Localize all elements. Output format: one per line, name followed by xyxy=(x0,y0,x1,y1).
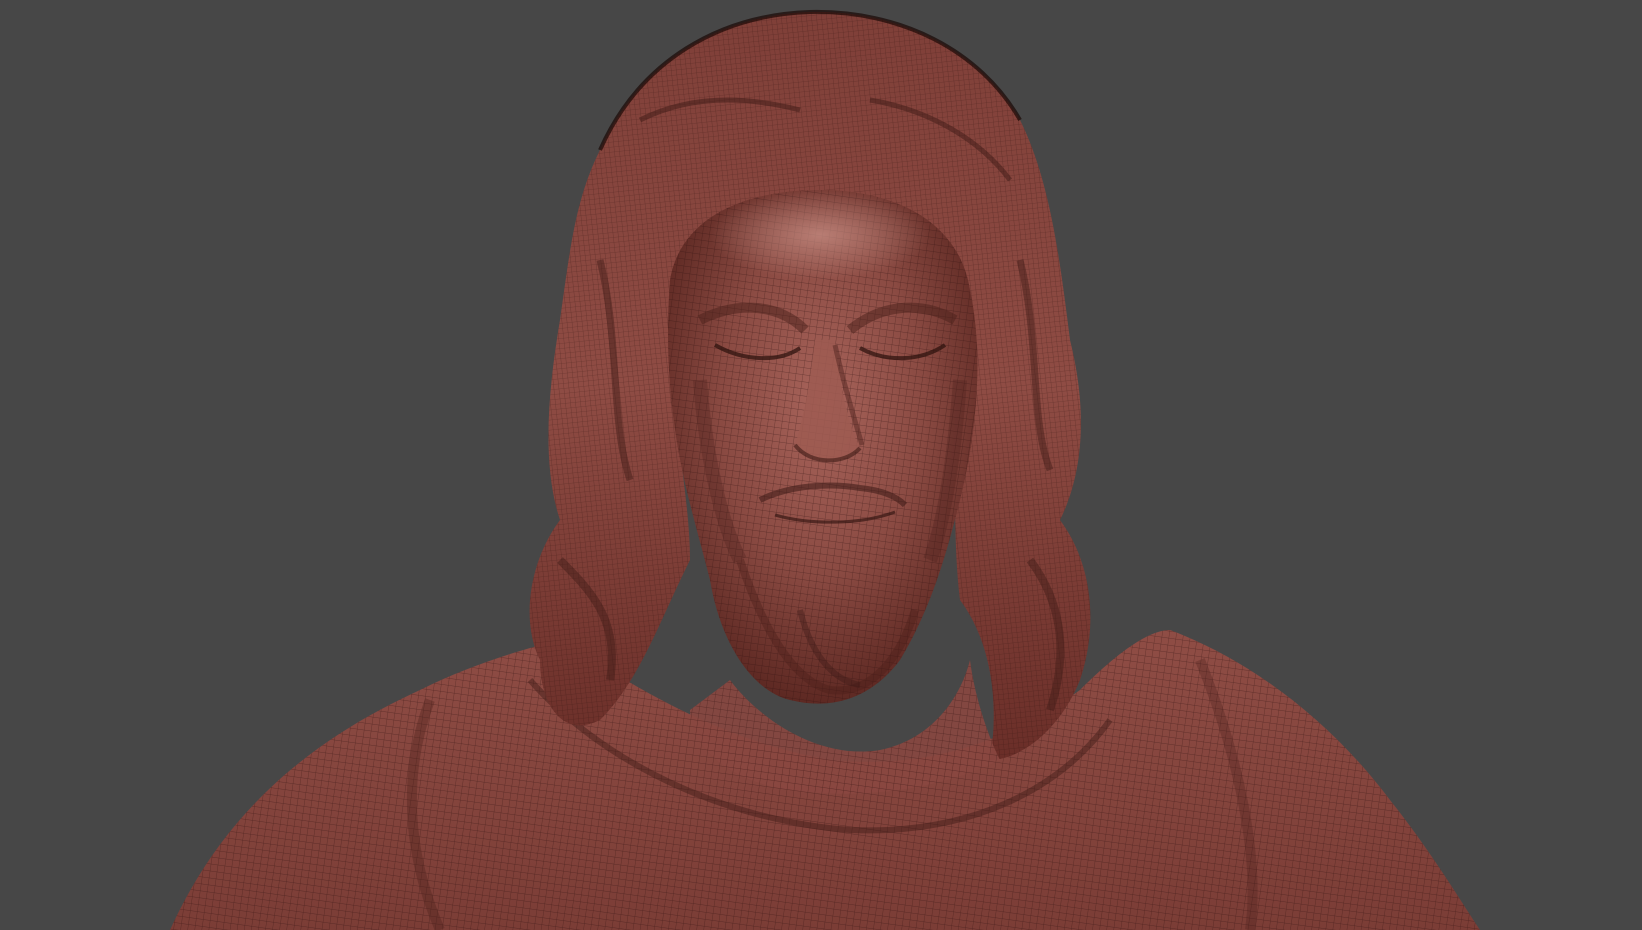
sculpture-mesh-model[interactable] xyxy=(0,0,1642,930)
face xyxy=(668,190,978,704)
3d-viewport[interactable] xyxy=(0,0,1642,930)
